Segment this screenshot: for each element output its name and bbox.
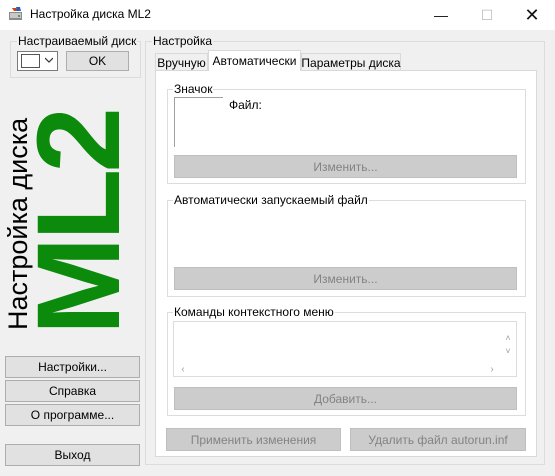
drive-group-label: Настраиваемый диск: [17, 34, 138, 48]
settings-group-label: Настройка: [152, 34, 214, 48]
add-command-button[interactable]: Добавить...: [174, 387, 517, 410]
maximize-icon: ☐: [480, 6, 494, 23]
tab-manual[interactable]: Вручную: [155, 53, 208, 71]
scroll-down-icon[interactable]: ˅: [502, 345, 514, 357]
window-title: Настройка диска ML2: [30, 7, 151, 21]
chevron-down-icon: [45, 57, 53, 63]
context-menu-list[interactable]: ˄ ˅ ‹ ›: [173, 321, 517, 377]
drive-color-swatch: [21, 54, 40, 68]
scroll-right-icon[interactable]: ›: [486, 363, 498, 375]
minimize-icon: —: [434, 7, 448, 23]
apply-changes-button[interactable]: Применить изменения: [166, 428, 341, 451]
scroll-left-icon[interactable]: ‹: [177, 363, 189, 375]
app-icon: [9, 7, 22, 20]
context-menu-group-label: Команды контекстного меню: [173, 305, 335, 319]
help-button[interactable]: Справка: [5, 380, 140, 402]
icon-group-label: Значок: [173, 82, 214, 96]
settings-button[interactable]: Настройки...: [5, 356, 140, 378]
autorun-change-button[interactable]: Изменить...: [174, 267, 517, 290]
icon-change-button[interactable]: Изменить...: [174, 155, 517, 178]
tab-automatic[interactable]: Автоматически: [208, 50, 301, 71]
tab-disk-parameters[interactable]: Параметры диска: [301, 53, 401, 71]
minimize-button[interactable]: —: [418, 0, 464, 30]
delete-autorun-button[interactable]: Удалить файл autorun.inf: [350, 428, 526, 451]
drive-dropdown[interactable]: [17, 51, 58, 71]
close-button[interactable]: ✕: [509, 0, 555, 30]
title-bar: Настройка диска ML2 — ☐ ✕: [0, 0, 555, 30]
icon-preview: [174, 97, 223, 147]
ok-button[interactable]: OK: [66, 51, 129, 71]
exit-button[interactable]: Выход: [5, 444, 140, 466]
maximize-button[interactable]: ☐: [464, 0, 510, 30]
scroll-up-icon[interactable]: ˄: [502, 332, 514, 344]
file-label: Файл:: [229, 98, 262, 112]
about-button[interactable]: О программе...: [5, 404, 140, 426]
autorun-group-label: Автоматически запускаемый файл: [173, 193, 369, 207]
close-icon: ✕: [524, 4, 540, 25]
side-title-big: ML2: [13, 111, 145, 335]
